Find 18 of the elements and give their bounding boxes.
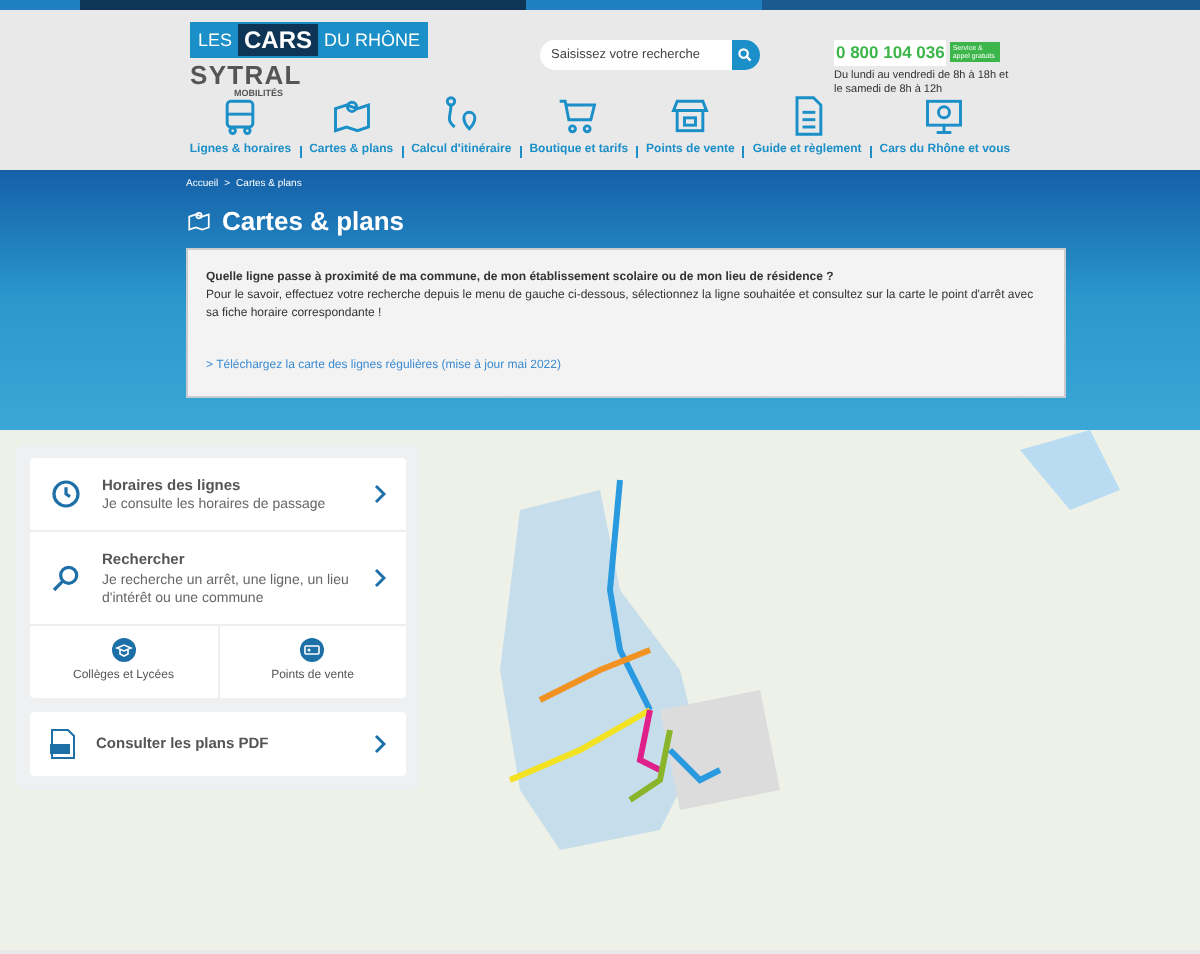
phone-number[interactable]: 0 800 104 036 [833,40,947,66]
search-icon [738,48,753,62]
clock-icon [50,478,82,511]
page-title: Cartes & plans [222,203,405,240]
monitor-icon [922,94,967,138]
chevron-right-icon [374,567,386,588]
map-icon [186,207,212,234]
shop-icon [668,94,713,138]
cart-icon [556,94,601,138]
search-icon [50,561,82,594]
graduation-icon [111,637,136,661]
chevron-right-icon [374,484,386,505]
chevron-right-icon [374,733,386,753]
search-button[interactable] [731,40,760,70]
pdf-file-icon [50,727,76,759]
ticket-icon [300,637,325,661]
site-logo[interactable]: LES CARS DU RHÔNE [190,22,429,58]
brand-logo: SYTRAL [190,62,302,88]
